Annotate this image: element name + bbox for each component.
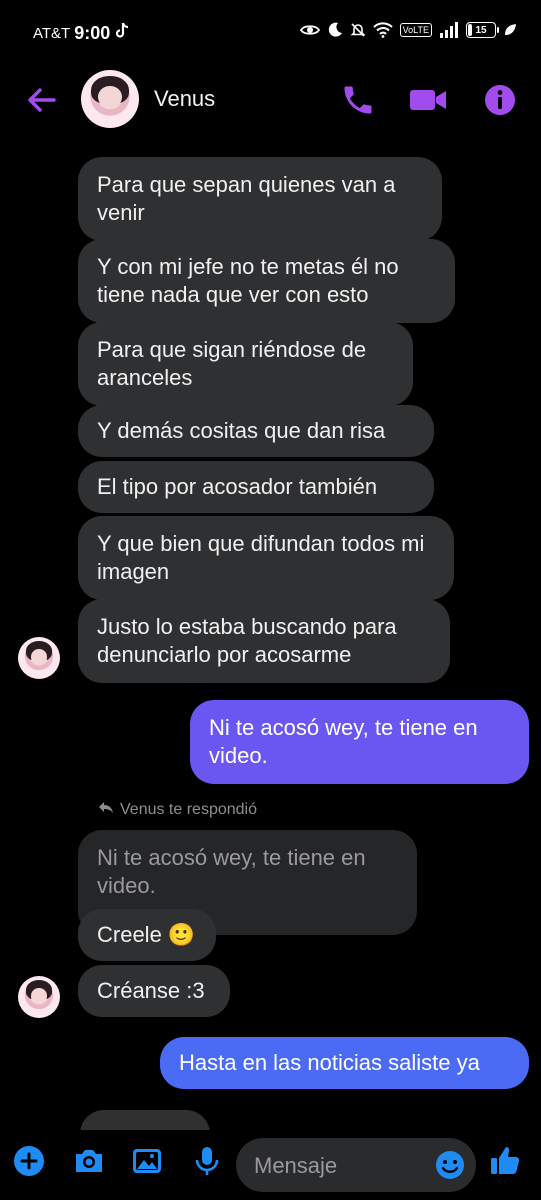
reply-note-text: Venus te respondió	[120, 800, 257, 818]
message-bubble-incoming[interactable]: Justo lo estaba buscando para denunciarl…	[78, 599, 450, 683]
info-icon[interactable]	[482, 82, 518, 118]
contact-avatar-small[interactable]	[18, 976, 60, 1018]
gallery-icon[interactable]	[130, 1144, 164, 1178]
leaf-icon	[503, 23, 517, 37]
battery-fill	[468, 24, 473, 36]
status-left: AT&T 9:00	[33, 22, 130, 45]
status-bar: AT&T 9:00 VoLTE 15	[0, 0, 541, 64]
reply-note: Venus te respondió	[98, 800, 257, 819]
message-bubble-incoming[interactable]: Créanse :3	[78, 965, 230, 1017]
chat-header: Venus	[0, 64, 541, 136]
message-bubble-incoming[interactable]: Y con mi jefe no te metas él no tiene na…	[78, 239, 455, 323]
reply-arrow-icon	[98, 800, 114, 819]
message-bubble-incoming[interactable]: Para que sepan quienes van a venir	[78, 157, 442, 241]
message-bubble-incoming[interactable]: Y que bien que difundan todos mi imagen	[78, 516, 454, 600]
contact-avatar[interactable]	[81, 70, 139, 128]
tiktok-icon	[114, 22, 130, 45]
message-bubble-incoming[interactable]: Creele 🙂	[78, 909, 216, 961]
mute-bell-icon	[350, 22, 366, 38]
volte-badge: VoLTE	[399, 23, 432, 37]
message-input[interactable]: Mensaje	[236, 1138, 476, 1192]
clock: 9:00	[74, 23, 111, 43]
moon-icon	[327, 22, 343, 38]
video-camera-icon[interactable]	[408, 82, 448, 118]
camera-icon[interactable]	[72, 1144, 106, 1178]
thumbs-up-icon[interactable]	[488, 1144, 522, 1178]
back-arrow-icon[interactable]	[24, 82, 60, 118]
message-input-placeholder: Mensaje	[254, 1153, 338, 1178]
phone-icon[interactable]	[340, 82, 376, 118]
message-bubble-outgoing[interactable]: Ni te acosó wey, te tiene en video.	[190, 700, 529, 784]
message-bubble-incoming[interactable]: El tipo por acosador también	[78, 461, 434, 513]
contact-avatar-small[interactable]	[18, 637, 60, 679]
microphone-icon[interactable]	[190, 1144, 224, 1178]
carrier-label: AT&T	[33, 25, 71, 42]
message-bubble-incoming[interactable]: Y demás cositas que dan risa	[78, 405, 434, 457]
eye-icon	[299, 23, 320, 37]
composer-bar: Mensaje	[0, 1130, 541, 1200]
battery-level: 15	[475, 24, 487, 36]
message-bubble-incoming[interactable]: Para que sigan riéndose de aranceles	[78, 322, 413, 406]
contact-name[interactable]: Venus	[154, 86, 215, 112]
message-bubble-outgoing[interactable]: Hasta en las noticias saliste ya	[160, 1037, 529, 1089]
signal-icon	[439, 22, 459, 38]
battery-icon: 15	[466, 22, 499, 38]
wifi-icon	[372, 22, 393, 38]
emoji-icon[interactable]	[434, 1149, 466, 1181]
status-right: VoLTE 15	[299, 22, 517, 38]
plus-icon[interactable]	[12, 1144, 46, 1178]
